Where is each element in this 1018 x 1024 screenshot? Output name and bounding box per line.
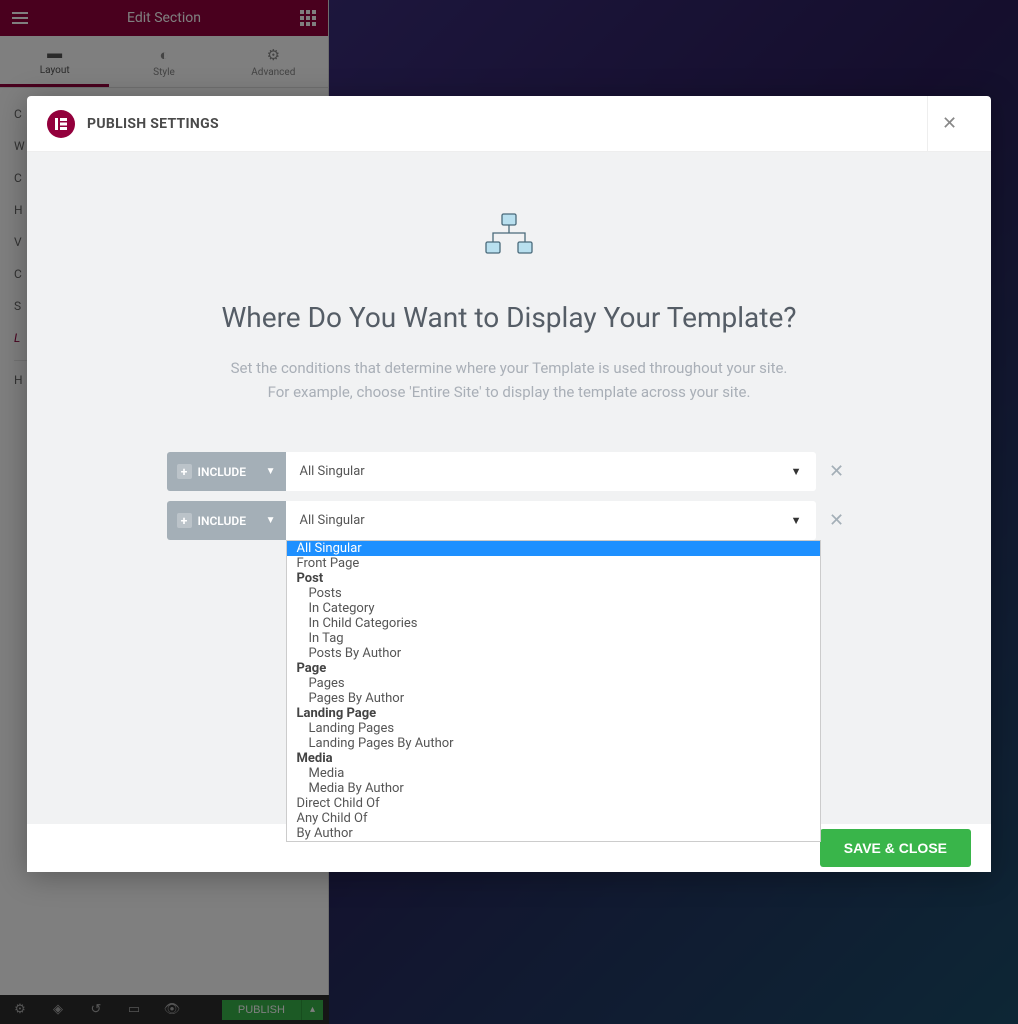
conditions-list: + INCLUDE ▼ All Singular ▼ ✕ + INCLUDE ▼: [67, 452, 951, 540]
dropdown-option[interactable]: Landing Pages By Author: [287, 736, 820, 751]
dropdown-option[interactable]: Pages By Author: [287, 691, 820, 706]
include-label: INCLUDE: [198, 514, 247, 528]
chevron-down-icon: ▼: [791, 514, 802, 527]
condition-row-2: + INCLUDE ▼ All Singular ▼ ✕ All Singula…: [167, 501, 852, 540]
dropdown-option[interactable]: By Author: [287, 826, 820, 841]
chevron-down-icon: ▼: [791, 465, 802, 478]
dropdown-option[interactable]: Direct Child Of: [287, 796, 820, 811]
modal-header: PUBLISH SETTINGS ✕: [27, 96, 991, 152]
dropdown-option[interactable]: In Tag: [287, 631, 820, 646]
dropdown-option[interactable]: Posts: [287, 586, 820, 601]
condition-select-1[interactable]: All Singular ▼: [286, 452, 816, 491]
condition-value-1: All Singular: [300, 464, 365, 479]
include-toggle-2[interactable]: + INCLUDE ▼: [167, 501, 286, 540]
dropdown-option[interactable]: Front Page: [287, 556, 820, 571]
dropdown-option[interactable]: Landing Pages: [287, 721, 820, 736]
hero-desc-line1: Set the conditions that determine where …: [67, 356, 951, 380]
dropdown-option[interactable]: Media By Author: [287, 781, 820, 796]
chevron-down-icon: ▼: [266, 515, 276, 526]
include-toggle-1[interactable]: + INCLUDE ▼: [167, 452, 286, 491]
condition-row-1: + INCLUDE ▼ All Singular ▼ ✕: [167, 452, 852, 491]
hero-description: Set the conditions that determine where …: [67, 356, 951, 404]
dropdown-option[interactable]: Media: [287, 766, 820, 781]
elementor-logo-icon: [47, 110, 75, 138]
modal-title: PUBLISH SETTINGS: [87, 116, 219, 132]
close-icon[interactable]: ✕: [927, 96, 971, 152]
chevron-down-icon: ▼: [266, 466, 276, 477]
dropdown-option: Landing Page: [287, 706, 820, 721]
dropdown-option: Page: [287, 661, 820, 676]
plus-icon: +: [177, 513, 192, 528]
sitemap-icon: [67, 212, 951, 256]
dropdown-option: Post: [287, 571, 820, 586]
modal-backdrop: PUBLISH SETTINGS ✕ Where Do You Want to …: [0, 0, 1018, 1024]
dropdown-option: Media: [287, 751, 820, 766]
remove-condition-2[interactable]: ✕: [822, 506, 852, 536]
dropdown-option[interactable]: In Category: [287, 601, 820, 616]
dropdown-option[interactable]: Pages: [287, 676, 820, 691]
dropdown-option[interactable]: Any Child Of: [287, 811, 820, 826]
dropdown-option[interactable]: Posts By Author: [287, 646, 820, 661]
plus-icon: +: [177, 464, 192, 479]
hero-title: Where Do You Want to Display Your Templa…: [67, 301, 951, 334]
condition-dropdown-menu[interactable]: All SingularFront PagePostPostsIn Catego…: [286, 540, 821, 842]
condition-select-2[interactable]: All Singular ▼: [286, 501, 816, 540]
include-label: INCLUDE: [198, 465, 247, 479]
save-close-button[interactable]: SAVE & CLOSE: [820, 829, 971, 867]
remove-condition-1[interactable]: ✕: [822, 457, 852, 487]
condition-value-2: All Singular: [300, 513, 365, 528]
dropdown-option[interactable]: In Child Categories: [287, 616, 820, 631]
dropdown-option[interactable]: All Singular: [287, 541, 820, 556]
hero-desc-line2: For example, choose 'Entire Site' to dis…: [67, 380, 951, 404]
publish-settings-modal: PUBLISH SETTINGS ✕ Where Do You Want to …: [27, 96, 991, 872]
modal-body: Where Do You Want to Display Your Templa…: [27, 152, 991, 872]
